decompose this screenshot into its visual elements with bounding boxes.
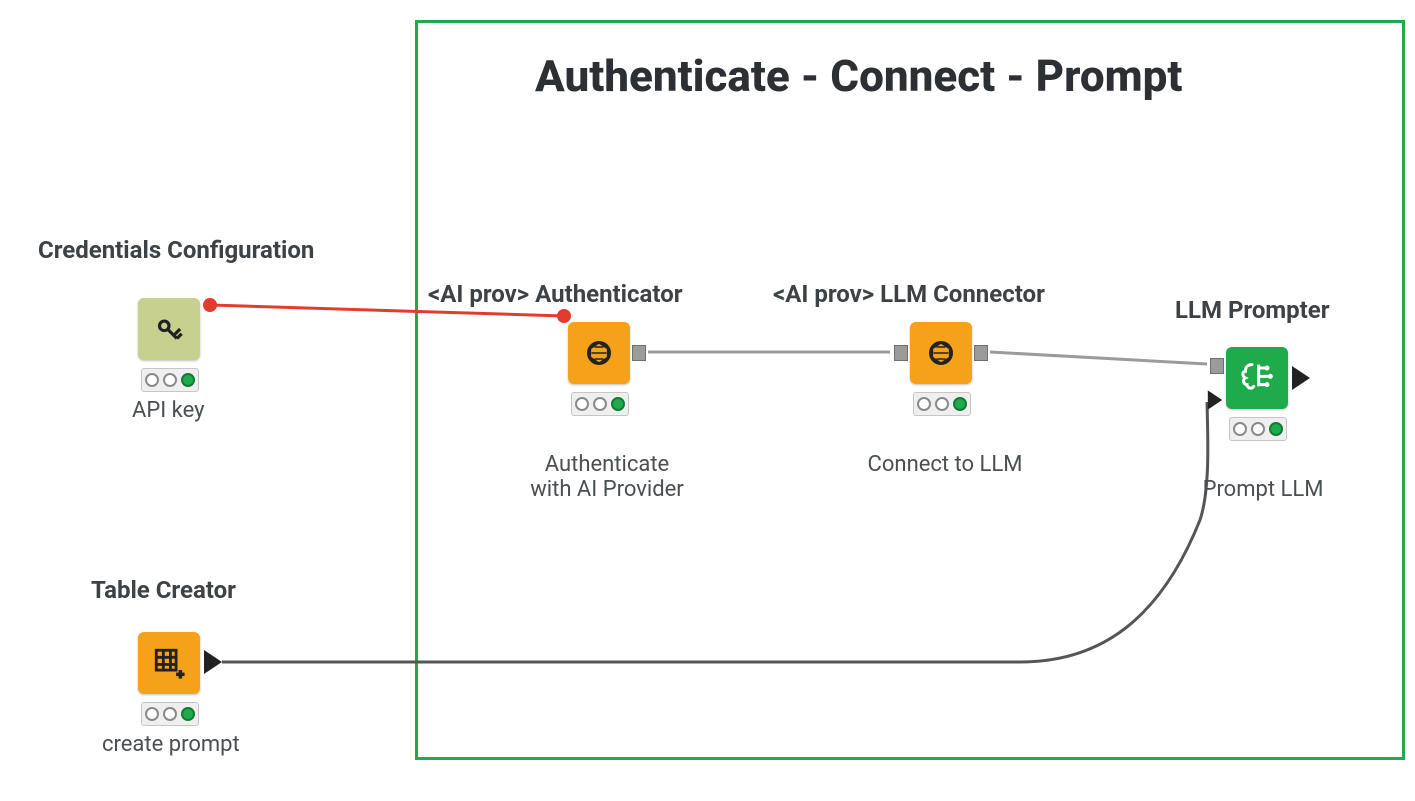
workflow-canvas[interactable]: Authenticate - Connect - Prompt Credenti… bbox=[0, 0, 1415, 801]
node-subtitle-llm-prompter: Prompt LLM bbox=[1198, 477, 1328, 502]
config-icon bbox=[150, 310, 188, 348]
node-status-table-creator bbox=[141, 702, 199, 726]
node-status-llm-prompter bbox=[1229, 417, 1287, 441]
node-subtitle-credentials: API key bbox=[132, 398, 205, 423]
brain-chip-icon bbox=[1237, 358, 1277, 398]
node-title-credentials: Credentials Configuration bbox=[38, 236, 314, 264]
grid-plus-icon bbox=[152, 646, 186, 680]
openai-icon bbox=[581, 335, 617, 371]
node-llm-prompter[interactable] bbox=[1226, 347, 1288, 409]
output-port-table-creator bbox=[204, 650, 222, 674]
group-title: Authenticate - Connect - Prompt bbox=[535, 50, 1182, 102]
output-port-authenticator bbox=[632, 345, 646, 361]
node-title-authenticator: <AI prov> Authenticator bbox=[428, 280, 683, 308]
node-authenticator[interactable] bbox=[568, 322, 630, 384]
node-subtitle-llm-connector: Connect to LLM bbox=[865, 452, 1025, 477]
node-llm-connector[interactable] bbox=[910, 322, 972, 384]
input-port-llm-prompter-data bbox=[1208, 390, 1222, 409]
node-credentials-configuration[interactable] bbox=[138, 298, 200, 360]
node-title-llm-prompter: LLM Prompter bbox=[1175, 296, 1330, 324]
node-status-llm-connector bbox=[913, 392, 971, 416]
openai-icon bbox=[923, 335, 959, 371]
node-title-table-creator: Table Creator bbox=[91, 576, 236, 604]
node-subtitle-authenticator: Authenticate with AI Provider bbox=[527, 452, 687, 502]
input-port-llm-connector bbox=[894, 345, 908, 361]
node-table-creator[interactable] bbox=[138, 632, 200, 694]
node-status-credentials bbox=[141, 368, 199, 392]
node-subtitle-table-creator: create prompt bbox=[102, 732, 240, 757]
input-port-llm-prompter-top bbox=[1210, 358, 1224, 374]
flowvar-port-out bbox=[203, 298, 217, 312]
output-port-llm-prompter bbox=[1292, 366, 1310, 390]
node-status-authenticator bbox=[571, 392, 629, 416]
node-title-llm-connector: <AI prov> LLM Connector bbox=[773, 280, 1045, 308]
output-port-llm-connector bbox=[974, 345, 988, 361]
